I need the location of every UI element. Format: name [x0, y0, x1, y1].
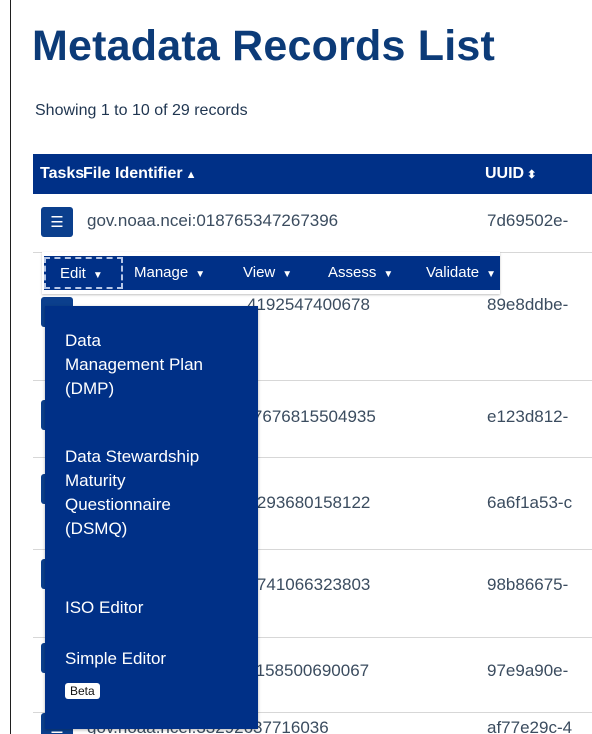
uuid-cell: 6a6f1a53-c	[487, 493, 573, 512]
caret-down-icon: ▼	[383, 269, 394, 280]
validate-menu-button[interactable]: Validate ▼	[426, 259, 496, 287]
record-actions-strip: Edit ▼ Manage ▼ View ▼ Assess ▼ Validate ▼	[44, 256, 500, 290]
caret-down-icon: ▼	[282, 269, 293, 280]
table-row: ☰ gov.noaa.ncei:018765347267396 7d69502e…	[33, 194, 592, 253]
uuid-cell: 7d69502e-	[487, 211, 569, 230]
dsmq-menu-item[interactable]: Data Stewardship Maturity Questionnaire …	[65, 445, 199, 541]
file-identifier-cell[interactable]: gov.noaa.ncei:018765347267396	[87, 211, 338, 231]
uuid-cell: e123d812-	[487, 407, 569, 426]
caret-down-icon: ▼	[486, 269, 496, 280]
manage-menu-button[interactable]: Manage ▼	[134, 259, 205, 287]
view-menu-button[interactable]: View ▼	[243, 259, 292, 287]
assess-menu-button[interactable]: Assess ▼	[328, 259, 393, 287]
view-menu-label: View	[243, 264, 276, 281]
header-uuid-label: UUID	[485, 165, 525, 182]
caret-down-icon: ▼	[92, 270, 103, 281]
uuid-cell: 97e9a90e-	[487, 661, 569, 680]
dmp-menu-item[interactable]: Data Management Plan (DMP)	[65, 329, 203, 401]
records-summary: Showing 1 to 10 of 29 records	[35, 102, 248, 119]
header-uuid[interactable]: UUID ⬍	[485, 165, 536, 183]
uuid-cell: 89e8ddbe-	[487, 295, 569, 314]
table-header: Tasks File Identifier ▲ UUID ⬍	[33, 154, 592, 194]
edit-menu-button[interactable]: Edit ▼	[44, 257, 123, 289]
beta-badge: Beta	[65, 683, 100, 699]
uuid-cell: 98b86675-	[487, 575, 569, 594]
edit-dropdown-menu: Data Management Plan (DMP) Data Stewards…	[45, 306, 258, 729]
caret-up-icon: ▲	[185, 169, 197, 181]
task-button[interactable]: ☰	[41, 207, 73, 237]
caret-down-icon: ▼	[195, 269, 206, 280]
page-title: Metadata Records List	[32, 22, 495, 70]
header-file-identifier-label: File Identifier	[83, 165, 183, 182]
header-tasks: Tasks	[40, 165, 85, 182]
simple-editor-menu-item[interactable]: Simple Editor	[65, 647, 166, 671]
validate-menu-label: Validate	[426, 264, 480, 281]
iso-editor-menu-item[interactable]: ISO Editor	[65, 596, 143, 620]
sort-icon: ⬍	[527, 169, 537, 181]
uuid-cell: af77e29c-4	[487, 718, 573, 734]
assess-menu-label: Assess	[328, 264, 377, 281]
edit-menu-label: Edit	[60, 265, 86, 282]
manage-menu-label: Manage	[134, 264, 189, 281]
file-identifier-cell[interactable]: 4192547400678	[247, 295, 370, 315]
header-file-identifier[interactable]: File Identifier ▲	[83, 165, 196, 183]
record-actions-menu: Edit ▼ Manage ▼ View ▼ Assess ▼ Validate ▼	[42, 252, 500, 294]
list-check-icon: ☰	[50, 214, 64, 231]
